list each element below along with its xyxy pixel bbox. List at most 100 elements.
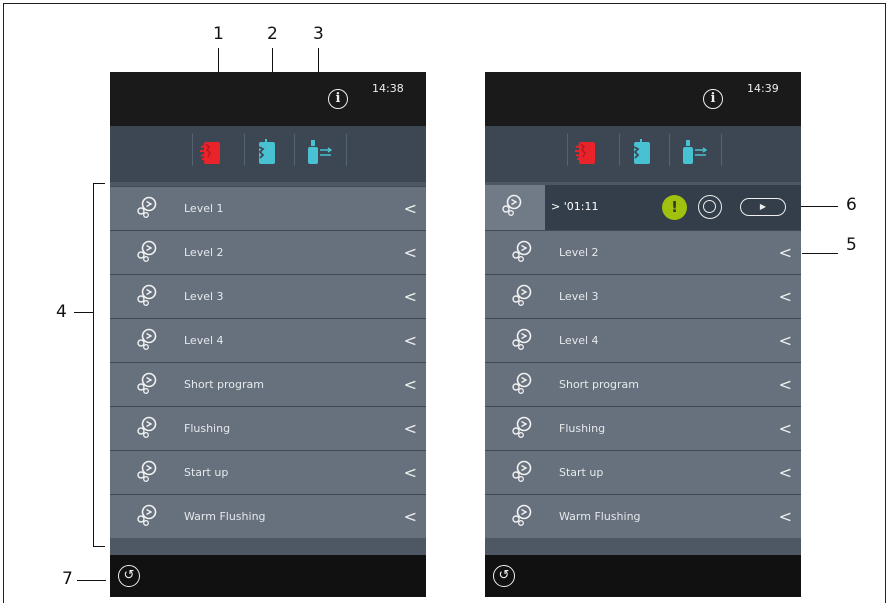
mode-divider	[619, 134, 620, 166]
right-screen: i 14:39 > '01:11 ! ▶ Level 2 < Level 3 <…	[485, 72, 801, 597]
program-label: Flushing	[559, 422, 606, 435]
chevron-left-icon: <	[403, 375, 417, 394]
chevron-left-icon: <	[403, 507, 417, 526]
program-row[interactable]: Flushing <	[110, 406, 426, 450]
program-label: Start up	[184, 466, 229, 479]
program-icon	[512, 416, 532, 439]
clock-time: 14:38	[372, 82, 404, 95]
program-label: Level 4	[184, 334, 224, 347]
running-program-icon-box	[485, 185, 545, 230]
callout-6: 6	[846, 195, 857, 215]
chevron-left-icon: <	[403, 287, 417, 306]
program-row[interactable]: Start up <	[485, 450, 801, 494]
program-row[interactable]: Level 1 <	[110, 186, 426, 230]
program-icon	[137, 328, 157, 351]
program-label: Level 3	[559, 290, 599, 303]
program-label: Level 1	[184, 202, 224, 215]
chevron-left-icon: <	[778, 507, 792, 526]
program-icon	[137, 196, 157, 219]
program-icon	[512, 504, 532, 527]
mode-divider	[244, 134, 245, 166]
chevron-left-icon: <	[403, 243, 417, 262]
callout-2: 2	[267, 24, 278, 44]
program-icon	[137, 284, 157, 307]
mode-divider	[721, 134, 722, 166]
program-label: Short program	[184, 378, 264, 391]
chevron-left-icon: <	[778, 331, 792, 350]
chevron-left-icon: <	[403, 331, 417, 350]
chevron-left-icon: <	[403, 419, 417, 438]
program-label: Level 2	[184, 246, 224, 259]
callout-4-line	[74, 312, 93, 313]
status-ok-icon[interactable]: !	[662, 195, 687, 220]
program-row[interactable]: Short program <	[485, 362, 801, 406]
program-label: Level 3	[184, 290, 224, 303]
callout-7-line	[77, 580, 106, 581]
program-row[interactable]: Level 4 <	[110, 318, 426, 362]
back-icon[interactable]: ↺	[118, 565, 140, 587]
status-bar: i 14:38	[110, 72, 426, 126]
remaining-time: > '01:11	[551, 200, 599, 213]
program-label: Warm Flushing	[184, 510, 266, 523]
program-icon	[502, 194, 522, 217]
callout-7: 7	[62, 569, 73, 589]
mode-divider	[192, 134, 193, 166]
chevron-left-icon: <	[778, 375, 792, 394]
program-row[interactable]: Warm Flushing <	[485, 494, 801, 538]
left-screen: i 14:38 Level 1 < Level 2 < Level 3 < Le…	[110, 72, 426, 597]
cleaning-mode-3-icon[interactable]	[679, 138, 707, 166]
cleaning-mode-1-icon[interactable]	[198, 138, 226, 166]
program-row[interactable]: Level 3 <	[485, 274, 801, 318]
program-row[interactable]: Warm Flushing <	[110, 494, 426, 538]
chevron-left-icon: <	[778, 287, 792, 306]
mode-bar	[485, 126, 801, 182]
program-row[interactable]: Level 2 <	[110, 230, 426, 274]
program-label: Start up	[559, 466, 604, 479]
callout-4-bracket-top	[93, 183, 105, 184]
cleaning-mode-2-icon[interactable]	[629, 138, 657, 166]
program-icon	[137, 372, 157, 395]
info-icon[interactable]: i	[703, 89, 723, 109]
mode-bar	[110, 126, 426, 182]
chevron-left-icon: <	[778, 243, 792, 262]
bottom-bar: ↺	[485, 555, 801, 597]
callout-4-bracket-bottom	[93, 546, 105, 547]
program-icon	[512, 284, 532, 307]
program-row[interactable]: Level 2 <	[485, 230, 801, 274]
callout-1: 1	[213, 24, 224, 44]
callout-5-line	[802, 253, 838, 254]
cleaning-mode-3-icon[interactable]	[304, 138, 332, 166]
program-icon	[512, 328, 532, 351]
program-label: Warm Flushing	[559, 510, 641, 523]
program-row[interactable]: Start up <	[110, 450, 426, 494]
program-icon	[137, 504, 157, 527]
callout-5: 5	[846, 235, 857, 255]
info-icon[interactable]: i	[328, 89, 348, 109]
program-row[interactable]: Level 4 <	[485, 318, 801, 362]
clock-icon[interactable]	[698, 195, 722, 219]
program-icon	[512, 460, 532, 483]
mode-divider	[346, 134, 347, 166]
back-icon[interactable]: ↺	[493, 565, 515, 587]
cleaning-mode-2-icon[interactable]	[254, 138, 282, 166]
callout-4-bracket	[93, 183, 94, 547]
program-label: Short program	[559, 378, 639, 391]
program-icon	[137, 460, 157, 483]
mode-divider	[294, 134, 295, 166]
program-icon	[512, 372, 532, 395]
bottom-bar: ↺	[110, 555, 426, 597]
program-icon	[137, 416, 157, 439]
chevron-left-icon: <	[403, 199, 417, 218]
chevron-left-icon: <	[778, 463, 792, 482]
play-icon[interactable]: ▶	[740, 198, 786, 216]
cleaning-mode-1-icon[interactable]	[573, 138, 601, 166]
status-bar: i 14:39	[485, 72, 801, 126]
program-row[interactable]: Level 3 <	[110, 274, 426, 318]
chevron-left-icon: <	[403, 463, 417, 482]
program-icon	[137, 240, 157, 263]
program-row[interactable]: Flushing <	[485, 406, 801, 450]
running-program-row[interactable]: > '01:11 ! ▶	[485, 185, 801, 230]
clock-time: 14:39	[747, 82, 779, 95]
program-row[interactable]: Short program <	[110, 362, 426, 406]
program-icon	[512, 240, 532, 263]
